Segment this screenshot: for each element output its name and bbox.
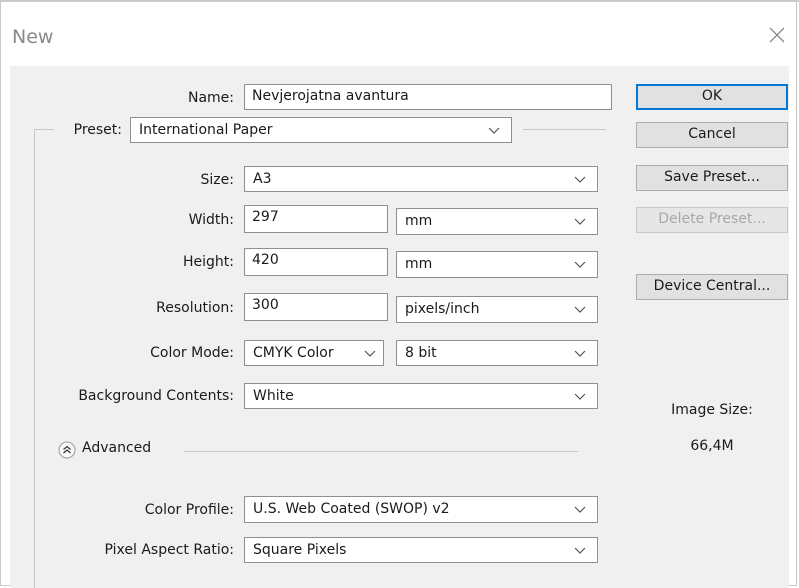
color-profile-select[interactable]: U.S. Web Coated (SWOP) v2 (244, 496, 598, 523)
chevron-down-icon (573, 167, 587, 191)
background-contents-value: White (253, 388, 294, 404)
delete-preset-button: Delete Preset... (636, 207, 788, 233)
color-mode-select[interactable]: CMYK Color (244, 340, 384, 366)
advanced-divider (184, 451, 578, 452)
width-input[interactable]: 297 (244, 205, 388, 233)
size-value: A3 (253, 171, 272, 187)
bit-depth-select[interactable]: 8 bit (396, 340, 598, 366)
resolution-unit-value: pixels/inch (405, 301, 480, 317)
background-contents-label: Background Contents: (78, 388, 234, 404)
preset-group-border-left (34, 129, 35, 588)
chevron-down-icon (573, 538, 587, 562)
ok-button[interactable]: OK (636, 84, 788, 110)
preset-value: International Paper (139, 122, 273, 138)
advanced-toggle[interactable]: Advanced (58, 439, 178, 461)
pixel-aspect-ratio-value: Square Pixels (253, 542, 347, 558)
resolution-unit-select[interactable]: pixels/inch (396, 296, 598, 323)
advanced-label: Advanced (82, 440, 152, 456)
color-profile-value: U.S. Web Coated (SWOP) v2 (253, 501, 450, 517)
width-unit-select[interactable]: mm (396, 208, 598, 235)
resolution-input[interactable]: 300 (244, 293, 388, 321)
chevron-down-icon (573, 341, 587, 365)
chevron-down-icon (573, 297, 587, 321)
preset-label: Preset: (73, 122, 122, 138)
bit-depth-value: 8 bit (405, 345, 437, 361)
height-unit-value: mm (405, 256, 433, 272)
chevron-down-icon (573, 497, 587, 521)
chevron-down-icon (573, 209, 587, 233)
height-input[interactable]: 420 (244, 248, 388, 276)
width-label: Width: (188, 212, 234, 228)
color-profile-label: Color Profile: (144, 502, 234, 518)
save-preset-button[interactable]: Save Preset... (636, 165, 788, 191)
preset-group-border-right-top (523, 129, 606, 130)
chevron-down-icon (363, 341, 377, 365)
close-icon[interactable] (766, 24, 788, 52)
image-size-value: 66,4M (690, 438, 734, 454)
cancel-button[interactable]: Cancel (636, 122, 788, 148)
height-label: Height: (183, 254, 234, 270)
background-contents-select[interactable]: White (244, 383, 598, 409)
size-select[interactable]: A3 (244, 166, 598, 192)
resolution-label: Resolution: (156, 300, 234, 316)
pixel-aspect-ratio-select[interactable]: Square Pixels (244, 537, 598, 563)
size-label: Size: (200, 172, 234, 188)
image-size-label: Image Size: (671, 402, 753, 418)
height-unit-select[interactable]: mm (396, 251, 598, 278)
preset-group-border-left-top (34, 129, 54, 130)
chevron-down-icon (573, 384, 587, 408)
width-unit-value: mm (405, 213, 433, 229)
name-input[interactable]: Nevjerojatna avantura (244, 84, 612, 110)
chevron-down-icon (487, 118, 501, 142)
preset-select[interactable]: International Paper (130, 117, 512, 143)
color-mode-value: CMYK Color (253, 345, 334, 361)
chevron-down-icon (573, 252, 587, 276)
name-label: Name: (187, 90, 234, 106)
device-central-button[interactable]: Device Central... (636, 274, 788, 300)
color-mode-label: Color Mode: (150, 345, 234, 361)
dialog-title: New (12, 26, 54, 48)
pixel-aspect-ratio-label: Pixel Aspect Ratio: (104, 542, 235, 558)
chevron-up-circle-icon (58, 441, 76, 463)
